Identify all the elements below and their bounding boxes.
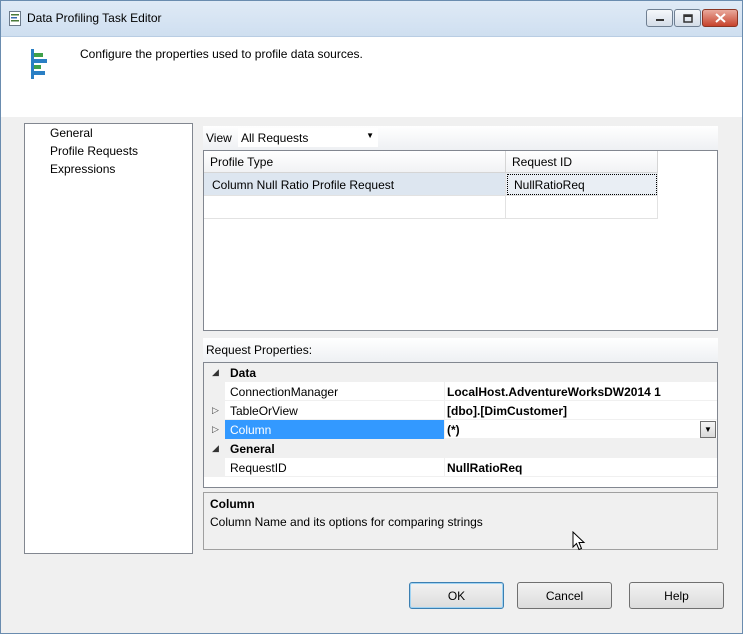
maximize-button[interactable]	[674, 9, 701, 27]
maximize-icon	[682, 13, 693, 23]
title-bar[interactable]: Data Profiling Task Editor	[1, 1, 742, 37]
dropdown-arrow-icon: ▼	[366, 131, 374, 140]
collapse-icon[interactable]: ◢	[212, 367, 219, 378]
property-name[interactable]: Column	[225, 420, 445, 439]
category-label: General	[230, 442, 275, 456]
expand-icon[interactable]: ▷	[212, 405, 219, 416]
property-value[interactable]: (*)	[447, 423, 460, 437]
nav-item-profile-requests[interactable]: Profile Requests	[50, 144, 138, 158]
property-row[interactable]: ConnectionManager LocalHost.AdventureWor…	[204, 382, 717, 401]
dialog-header: Configure the properties used to profile…	[1, 37, 742, 117]
property-row[interactable]: ▷ TableOrView [dbo].[DimCustomer]	[204, 401, 717, 420]
value-dropdown-button[interactable]: ▼	[700, 421, 716, 438]
property-value[interactable]: LocalHost.AdventureWorksDW2014 1	[447, 385, 661, 399]
property-row[interactable]: RequestID NullRatioReq	[204, 458, 717, 477]
ok-button[interactable]: OK	[409, 582, 504, 609]
request-properties-header: Request Properties:	[203, 338, 718, 362]
property-name[interactable]: ConnectionManager	[225, 382, 445, 401]
dialog-window: Data Profiling Task Editor Configure the…	[0, 0, 743, 634]
property-name[interactable]: RequestID	[225, 458, 445, 477]
column-header-request-id[interactable]: Request ID	[506, 151, 658, 173]
view-toolbar: View All Requests ▼	[203, 126, 718, 150]
nav-item-general[interactable]: General	[50, 126, 93, 140]
cell-request-id-new[interactable]	[506, 196, 658, 219]
property-row-selected[interactable]: ▷ Column (*) ▼	[204, 420, 717, 439]
category-general[interactable]: ◢ General	[204, 439, 717, 458]
header-description: Configure the properties used to profile…	[80, 47, 363, 61]
nav-item-expressions[interactable]: Expressions	[50, 162, 115, 176]
cell-request-id[interactable]: NullRatioReq	[506, 173, 658, 196]
column-header-profile-type[interactable]: Profile Type	[204, 151, 506, 173]
document-list-icon	[9, 11, 21, 26]
page-nav: General Profile Requests Expressions	[24, 123, 193, 554]
help-button[interactable]: Help	[629, 582, 724, 609]
cell-profile-type[interactable]: Column Null Ratio Profile Request	[204, 173, 506, 196]
view-selected-value: All Requests	[241, 131, 309, 145]
cancel-button[interactable]: Cancel	[517, 582, 612, 609]
category-data[interactable]: ◢ Data	[204, 363, 717, 382]
request-properties-label: Request Properties:	[206, 343, 313, 357]
window-title: Data Profiling Task Editor	[27, 11, 162, 25]
close-button[interactable]	[702, 9, 738, 27]
category-label: Data	[230, 366, 257, 380]
minimize-button[interactable]	[646, 9, 673, 27]
view-label: View	[206, 131, 232, 145]
property-value[interactable]: [dbo].[DimCustomer]	[447, 404, 567, 418]
profile-requests-grid: Profile Type Request ID Column Null Rati…	[203, 150, 718, 331]
profile-task-icon	[31, 49, 47, 79]
close-icon	[714, 13, 726, 23]
collapse-icon[interactable]: ◢	[212, 443, 219, 454]
description-text: Column Name and its options for comparin…	[210, 515, 483, 529]
cell-profile-type-new[interactable]	[204, 196, 506, 219]
property-description-panel: Column Column Name and its options for c…	[203, 492, 718, 550]
minimize-icon	[655, 19, 664, 21]
mouse-cursor-icon	[572, 531, 586, 551]
view-dropdown[interactable]: All Requests ▼	[238, 128, 378, 147]
description-title: Column	[210, 497, 255, 511]
expand-icon[interactable]: ▷	[212, 424, 219, 435]
property-grid: ◢ Data ConnectionManager LocalHost.Adven…	[203, 362, 718, 488]
property-name[interactable]: TableOrView	[225, 401, 445, 420]
property-value[interactable]: NullRatioReq	[447, 461, 522, 475]
